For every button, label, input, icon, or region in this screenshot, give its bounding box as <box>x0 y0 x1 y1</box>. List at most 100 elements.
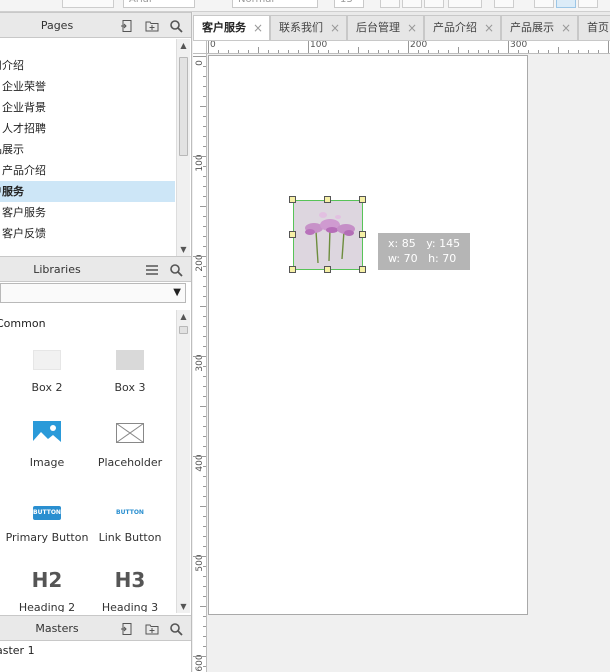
underline-button[interactable] <box>424 0 444 8</box>
align-left-button[interactable] <box>534 0 554 8</box>
scroll-up-arrow-icon[interactable]: ▲ <box>177 312 190 321</box>
add-folder-icon[interactable] <box>145 622 159 636</box>
ruler-tick <box>578 50 579 53</box>
widget-placeholder[interactable]: Placeholder <box>85 420 175 472</box>
ruler-tick <box>203 316 206 317</box>
box2-icon <box>33 350 61 370</box>
search-icon[interactable] <box>169 263 183 277</box>
tab-admin[interactable]: 后台管理 × <box>347 15 424 40</box>
ruler-tick <box>203 666 206 667</box>
italic-button[interactable] <box>402 0 422 8</box>
page-item[interactable]: 司介绍 <box>0 55 175 76</box>
master-item[interactable]: aster 1 <box>0 644 35 657</box>
close-icon[interactable]: × <box>561 16 571 40</box>
ruler-tick <box>203 296 206 297</box>
add-folder-icon[interactable] <box>145 19 159 33</box>
page-item[interactable]: 客户服务 <box>0 202 175 223</box>
ruler-tick <box>203 136 206 137</box>
align-right-button[interactable] <box>578 0 598 8</box>
resize-handle-sw[interactable] <box>289 266 296 273</box>
resize-handle-s[interactable] <box>324 266 331 273</box>
page-item-selected[interactable]: 户服务 <box>0 181 175 202</box>
library-dropdown[interactable]: ▼ <box>0 283 186 303</box>
page-item-label: 客户服务 <box>2 206 46 219</box>
page-artboard[interactable] <box>208 55 528 615</box>
ruler-tick <box>258 47 259 53</box>
ruler-tick <box>418 50 419 53</box>
ruler-tick <box>548 50 549 53</box>
font-family-select[interactable]: Arial <box>123 0 195 8</box>
resize-handle-se[interactable] <box>359 266 366 273</box>
ruler-tick <box>200 506 206 507</box>
resize-handle-nw[interactable] <box>289 196 296 203</box>
resize-handle-ne[interactable] <box>359 196 366 203</box>
image-icon <box>33 421 61 447</box>
ruler-tick <box>203 496 206 497</box>
resize-handle-e[interactable] <box>359 231 366 238</box>
ruler-tick <box>598 50 599 53</box>
masters-panel-title: Masters <box>35 622 79 635</box>
widget-link-button[interactable]: BUTTON Link Button <box>85 504 175 554</box>
ruler-tick <box>203 346 206 347</box>
widget-label: Box 3 <box>114 381 146 394</box>
tab-product-showcase[interactable]: 产品展示 × <box>501 15 578 40</box>
widget-image[interactable]: Image <box>2 420 92 472</box>
scroll-thumb[interactable] <box>179 326 188 334</box>
tab-contact-us[interactable]: 联系我们 × <box>270 15 347 40</box>
tab-product-intro[interactable]: 产品介绍 × <box>424 15 501 40</box>
ruler-tick <box>358 47 359 53</box>
page-item[interactable]: 客户反馈 <box>0 223 175 244</box>
ruler-tick <box>203 96 206 97</box>
pages-scrollbar[interactable]: ▲ ▼ <box>176 39 190 256</box>
ruler-label: 0 <box>195 60 205 66</box>
close-icon[interactable]: × <box>407 16 417 40</box>
page-item[interactable]: 品展示 <box>0 139 175 160</box>
toolbar-left-control[interactable] <box>62 0 114 8</box>
page-item[interactable]: 人才招聘 <box>0 118 175 139</box>
scroll-up-arrow-icon[interactable]: ▲ <box>177 41 190 50</box>
align-center-button[interactable] <box>556 0 576 8</box>
libraries-scrollbar[interactable]: ▲ ▼ <box>176 310 190 613</box>
search-icon[interactable] <box>169 622 183 636</box>
widget-primary-button[interactable]: BUTTON Primary Button <box>2 504 92 554</box>
add-page-icon[interactable] <box>120 19 134 33</box>
scroll-down-arrow-icon[interactable]: ▼ <box>177 602 190 611</box>
add-master-icon[interactable] <box>120 622 134 636</box>
search-icon[interactable] <box>169 19 183 33</box>
ruler-tick <box>200 306 206 307</box>
ruler-tick <box>318 50 319 53</box>
widget-heading-2[interactable]: H2 Heading 2 <box>2 568 92 612</box>
font-size-select[interactable]: 13 <box>334 0 364 8</box>
selected-image-widget[interactable] <box>293 200 363 270</box>
scroll-down-arrow-icon[interactable]: ▼ <box>177 245 190 254</box>
scroll-thumb[interactable] <box>179 57 188 156</box>
bold-button[interactable] <box>380 0 400 8</box>
close-icon[interactable]: × <box>330 16 340 40</box>
ruler-tick <box>203 466 206 467</box>
primary-button-icon: BUTTON <box>33 506 61 520</box>
tab-home[interactable]: 首页 <box>578 15 610 40</box>
vertical-ruler: 0 100 200 300 400 500 600 <box>193 54 207 672</box>
font-style-select[interactable]: Normal <box>232 0 318 8</box>
ruler-tick <box>203 646 206 647</box>
widget-box-2[interactable]: Box 2 <box>2 348 92 398</box>
heading2-icon: H2 <box>31 568 63 592</box>
page-item[interactable]: 产品介绍 <box>0 160 175 181</box>
pages-tree: 司介绍 企业荣誉 企业背景 人才招聘 品展示 产品介绍 户服务 客户服务 客户反… <box>0 55 175 255</box>
widget-heading-3[interactable]: H3 Heading 3 <box>85 568 175 612</box>
close-icon[interactable]: × <box>253 16 263 40</box>
widget-box-3[interactable]: Box 3 <box>85 348 175 398</box>
resize-handle-w[interactable] <box>289 231 296 238</box>
page-item[interactable]: 企业背景 <box>0 97 175 118</box>
tab-customer-service[interactable]: 客户服务 × <box>193 15 270 40</box>
font-color-button[interactable] <box>448 0 482 8</box>
close-icon[interactable]: × <box>484 16 494 40</box>
tooltip-size: w: 70 h: 70 <box>388 252 457 265</box>
bullets-button[interactable] <box>494 0 514 8</box>
page-item[interactable]: 企业荣誉 <box>0 76 175 97</box>
resize-handle-n[interactable] <box>324 196 331 203</box>
ruler-tick <box>200 106 206 107</box>
tab-label: 联系我们 <box>279 21 323 34</box>
ruler-tick <box>203 426 206 427</box>
menu-icon[interactable] <box>145 263 159 277</box>
